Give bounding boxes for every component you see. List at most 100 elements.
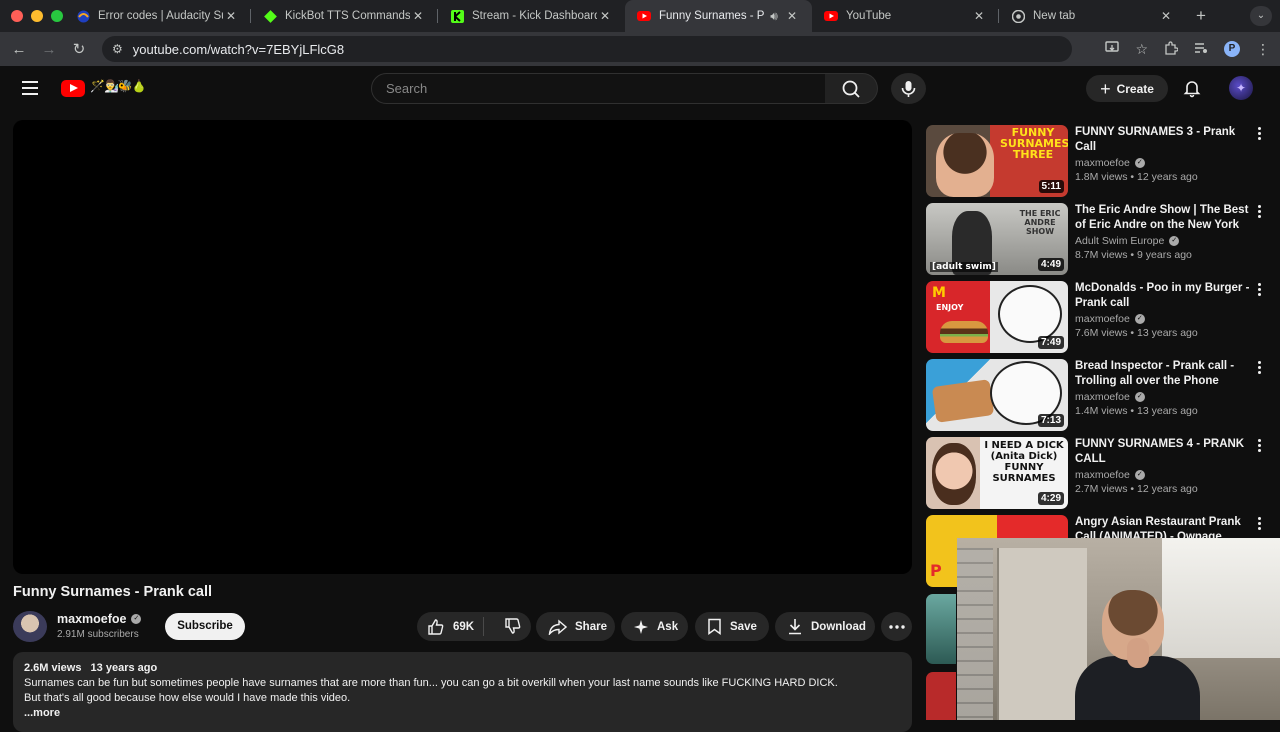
close-tab-icon[interactable]: ✕ [597, 9, 613, 23]
dislike-button[interactable] [492, 618, 533, 635]
more-options-icon[interactable] [1254, 205, 1264, 221]
search-icon [842, 80, 860, 98]
browser-tab-audacity[interactable]: Error codes | Audacity Sup ✕ [64, 0, 251, 32]
share-button[interactable]: Share [536, 612, 615, 641]
youtube-doodle[interactable]: 🪄👨‍🔬🐝🍐 [90, 79, 147, 93]
close-tab-icon[interactable]: ✕ [971, 9, 987, 23]
upload-age: 13 years ago [90, 662, 158, 674]
channel-avatar[interactable] [13, 611, 47, 642]
video-thumbnail[interactable] [926, 594, 956, 664]
ask-button[interactable]: Ask [621, 612, 688, 641]
back-arrow-icon[interactable]: ← [4, 41, 34, 58]
maximize-window-button[interactable] [51, 10, 63, 22]
subscribe-button[interactable]: Subscribe [165, 613, 245, 640]
verified-check-icon: ✓ [1134, 392, 1145, 402]
search-input[interactable]: Search [371, 73, 826, 104]
video-thumbnail[interactable]: THE ERIC ANDRE SHOW [adult swim] 4:49 [926, 203, 1068, 275]
sparkle-icon [634, 619, 648, 634]
description-line: But that's all good because how else wou… [24, 692, 351, 704]
browser-tab-kickbot[interactable]: KickBot TTS Commands ✕ [251, 0, 438, 32]
recommended-title: FUNNY SURNAMES 4 - PRANK CALL [1075, 438, 1245, 465]
plus-icon: + [1100, 78, 1111, 99]
thumbnail-text: ENJOY [936, 303, 964, 312]
video-info: FUNNY SURNAMES 3 - Prank Call maxmoefoe ✓… [1075, 125, 1251, 183]
create-button[interactable]: + Create [1086, 75, 1168, 102]
browser-tab-funny-surnames[interactable]: Funny Surnames - Pra 🔊︎ ✕ [625, 0, 812, 32]
video-info: FUNNY SURNAMES 4 - PRANK CALL maxmoefoe ✓… [1075, 437, 1251, 495]
media-control-icon[interactable] [1194, 41, 1208, 57]
tab-title: YouTube [846, 10, 892, 22]
audio-playing-icon[interactable]: 🔊︎ [764, 9, 784, 24]
youtube-logo[interactable] [61, 80, 85, 97]
more-options-icon[interactable] [1254, 283, 1264, 299]
duration-badge: 4:49 [1037, 258, 1064, 271]
youtube-icon [637, 9, 651, 23]
more-options-icon[interactable] [1254, 361, 1264, 377]
download-button[interactable]: Download [775, 612, 875, 641]
account-avatar[interactable]: ✦ [1229, 76, 1253, 100]
tab-title: Funny Surnames - Pra [659, 10, 764, 22]
recommended-video[interactable]: 7:13 Bread Inspector - Prank call - Trol… [926, 359, 1268, 431]
profile-avatar[interactable]: P [1224, 41, 1240, 57]
description-box[interactable]: 2.6M views 13 years ago Surnames can be … [13, 652, 912, 732]
close-tab-icon[interactable]: ✕ [223, 9, 239, 23]
voice-search-button[interactable] [891, 73, 926, 104]
video-thumbnail[interactable]: FUNNY SURNAMES THREE 5:11 [926, 125, 1068, 197]
share-label: Share [575, 620, 607, 633]
youtube-masthead: 🪄👨‍🔬🐝🍐 Search + Create ✦ [0, 66, 1280, 110]
recommended-video[interactable]: I NEED A DICK (Anita Dick) FUNNY SURNAME… [926, 437, 1268, 509]
browser-tab-youtube[interactable]: YouTube ✕ [812, 0, 999, 32]
forward-arrow-icon[interactable]: → [34, 41, 64, 58]
browser-tab-new-tab[interactable]: New tab ✕ [999, 0, 1186, 32]
close-tab-icon[interactable]: ✕ [1158, 9, 1174, 23]
browser-tab-kick-dashboard[interactable]: Stream - Kick Dashboard ✕ [438, 0, 625, 32]
search-button[interactable] [825, 73, 878, 104]
tab-title: Stream - Kick Dashboard [472, 10, 597, 22]
like-button[interactable]: 69K [417, 617, 485, 636]
site-info-icon[interactable]: ⚙︎ [112, 42, 123, 56]
video-thumbnail[interactable] [926, 672, 956, 720]
recommended-video[interactable]: THE ERIC ANDRE SHOW [adult swim] 4:49 Th… [926, 203, 1268, 275]
extensions-puzzle-icon[interactable] [1164, 40, 1179, 58]
guide-menu-icon[interactable] [22, 81, 38, 95]
video-thumbnail[interactable]: 7:13 [926, 359, 1068, 431]
bookmark-star-icon[interactable]: ☆ [1135, 41, 1148, 58]
tab-title: KickBot TTS Commands [285, 10, 410, 22]
install-app-icon[interactable] [1105, 41, 1120, 57]
new-tab-plus-icon[interactable]: + [1186, 6, 1216, 26]
browser-toolbar: ← → ↻ ⚙︎ youtube.com/watch?v=7EBYjLFlcG8… [0, 32, 1280, 66]
more-options-icon[interactable] [1254, 127, 1264, 143]
tab-search-chevron-icon[interactable]: ⌄ [1250, 6, 1272, 26]
verified-check-icon: ✓ [1134, 158, 1145, 168]
download-label: Download [811, 620, 866, 633]
more-options-icon[interactable] [1254, 439, 1264, 455]
more-options-icon[interactable] [1254, 517, 1264, 533]
minimize-window-button[interactable] [31, 10, 43, 22]
microphone-icon [901, 81, 916, 97]
download-icon [789, 619, 801, 635]
video-info: McDonalds - Poo in my Burger - Prank cal… [1075, 281, 1251, 339]
close-tab-icon[interactable]: ✕ [410, 9, 426, 23]
show-more-link[interactable]: ...more [24, 706, 901, 721]
close-window-button[interactable] [11, 10, 23, 22]
video-thumbnail[interactable]: M ENJOY 7:49 [926, 281, 1068, 353]
chrome-icon [1011, 9, 1025, 23]
browser-menu-icon[interactable]: ⋮ [1256, 41, 1270, 58]
address-bar[interactable]: ⚙︎ youtube.com/watch?v=7EBYjLFlcG8 [102, 36, 1072, 62]
more-actions-button[interactable] [881, 612, 912, 641]
recommended-video[interactable]: M ENJOY 7:49 McDonalds - Poo in my Burge… [926, 281, 1268, 353]
close-tab-icon[interactable]: ✕ [784, 9, 800, 23]
video-player[interactable] [13, 120, 912, 574]
save-button[interactable]: Save [695, 612, 769, 641]
channel-name-link[interactable]: maxmoefoe ✓ [57, 612, 142, 626]
create-label: Create [1116, 81, 1154, 96]
description-line: Surnames can be fun but sometimes people… [24, 677, 838, 689]
video-thumbnail[interactable]: I NEED A DICK (Anita Dick) FUNNY SURNAME… [926, 437, 1068, 509]
notifications-bell-icon[interactable] [1182, 78, 1202, 98]
video-title: Funny Surnames - Prank call [13, 584, 213, 600]
recommended-video[interactable]: FUNNY SURNAMES THREE 5:11 FUNNY SURNAMES… [926, 125, 1268, 197]
recommended-stats: 1.4M views • 13 years ago [1075, 405, 1198, 417]
recommended-stats: 2.7M views • 12 years ago [1075, 483, 1198, 495]
verified-check-icon: ✓ [1134, 470, 1145, 480]
reload-icon[interactable]: ↻ [64, 40, 94, 58]
